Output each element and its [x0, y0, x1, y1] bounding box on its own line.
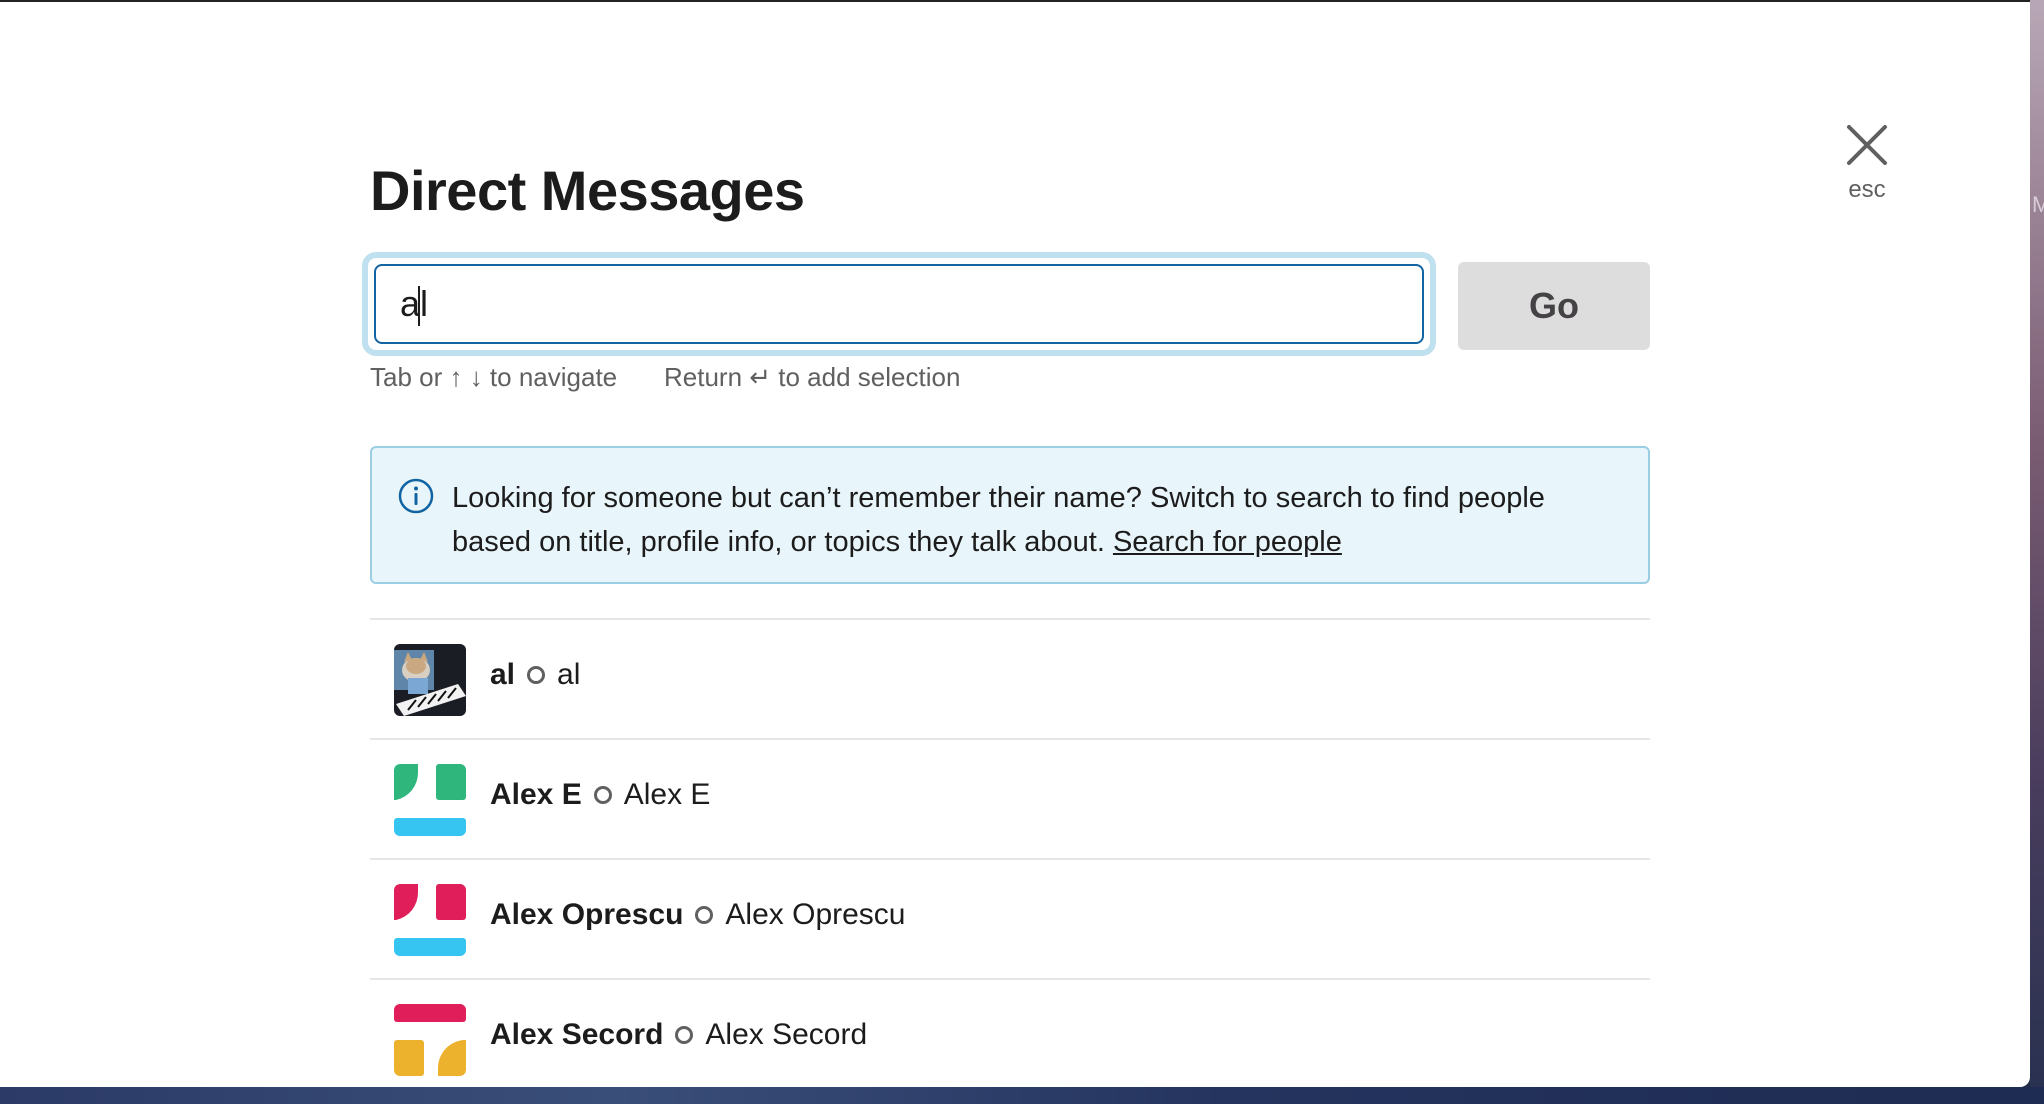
cat-keyboard-avatar-icon	[394, 644, 466, 716]
direct-messages-dialog: esc Direct Messages Go Tab or ↑ ↓ to nav…	[0, 0, 2030, 1087]
display-name: al	[490, 658, 516, 691]
list-item[interactable]: Alex E Alex E	[370, 738, 1650, 858]
info-banner: Looking for someone but can’t remember t…	[370, 446, 1650, 584]
default-avatar-red-icon	[394, 884, 466, 956]
real-name: Alex Oprescu	[725, 898, 906, 931]
go-button[interactable]: Go	[1458, 262, 1650, 350]
close-button[interactable]: esc	[1830, 118, 1904, 214]
real-name: al	[557, 658, 581, 691]
navigate-hint: Tab or ↑ ↓ to navigate	[370, 362, 618, 392]
real-name: Alex Secord	[705, 1018, 868, 1051]
result-label: Alex E Alex E	[490, 778, 710, 812]
desktop-background	[2030, 0, 2044, 1104]
display-name: Alex Secord	[490, 1018, 664, 1051]
close-shortcut-label: esc	[1848, 176, 1886, 203]
presence-away-icon	[527, 666, 546, 684]
info-icon	[398, 478, 434, 514]
default-avatar-yellow-icon	[394, 1004, 466, 1076]
search-input[interactable]	[374, 264, 1424, 344]
list-item[interactable]: al al	[370, 618, 1650, 738]
info-text: Looking for someone but can’t remember t…	[452, 476, 1622, 564]
result-label: Alex Oprescu Alex Oprescu	[490, 898, 906, 932]
result-label: Alex Secord Alex Secord	[490, 1018, 867, 1052]
page-title: Direct Messages	[370, 159, 805, 222]
text-cursor	[418, 286, 420, 326]
list-item[interactable]: Alex Oprescu Alex Oprescu	[370, 858, 1650, 978]
real-name: Alex E	[623, 778, 711, 811]
presence-away-icon	[593, 786, 612, 804]
desktop-background-bottom	[0, 1087, 2044, 1104]
results-list: al al Alex E Alex E Alex Oprescu Alex Op…	[370, 618, 1650, 1087]
list-item[interactable]: Alex Secord Alex Secord	[370, 978, 1650, 1087]
display-name: Alex Oprescu	[490, 898, 684, 931]
info-message: Looking for someone but can’t remember t…	[452, 482, 1545, 558]
background-window-edge: M	[2032, 192, 2044, 217]
presence-away-icon	[695, 906, 714, 924]
search-focus-ring	[362, 252, 1436, 356]
select-hint: Return ↵ to add selection	[664, 362, 961, 392]
display-name: Alex E	[490, 778, 582, 811]
window-top-border	[0, 0, 2030, 2]
search-for-people-link[interactable]: Search for people	[1113, 526, 1342, 558]
presence-away-icon	[675, 1026, 694, 1044]
result-label: al al	[490, 658, 580, 692]
close-icon	[1847, 125, 1887, 165]
default-avatar-green-icon	[394, 764, 466, 836]
